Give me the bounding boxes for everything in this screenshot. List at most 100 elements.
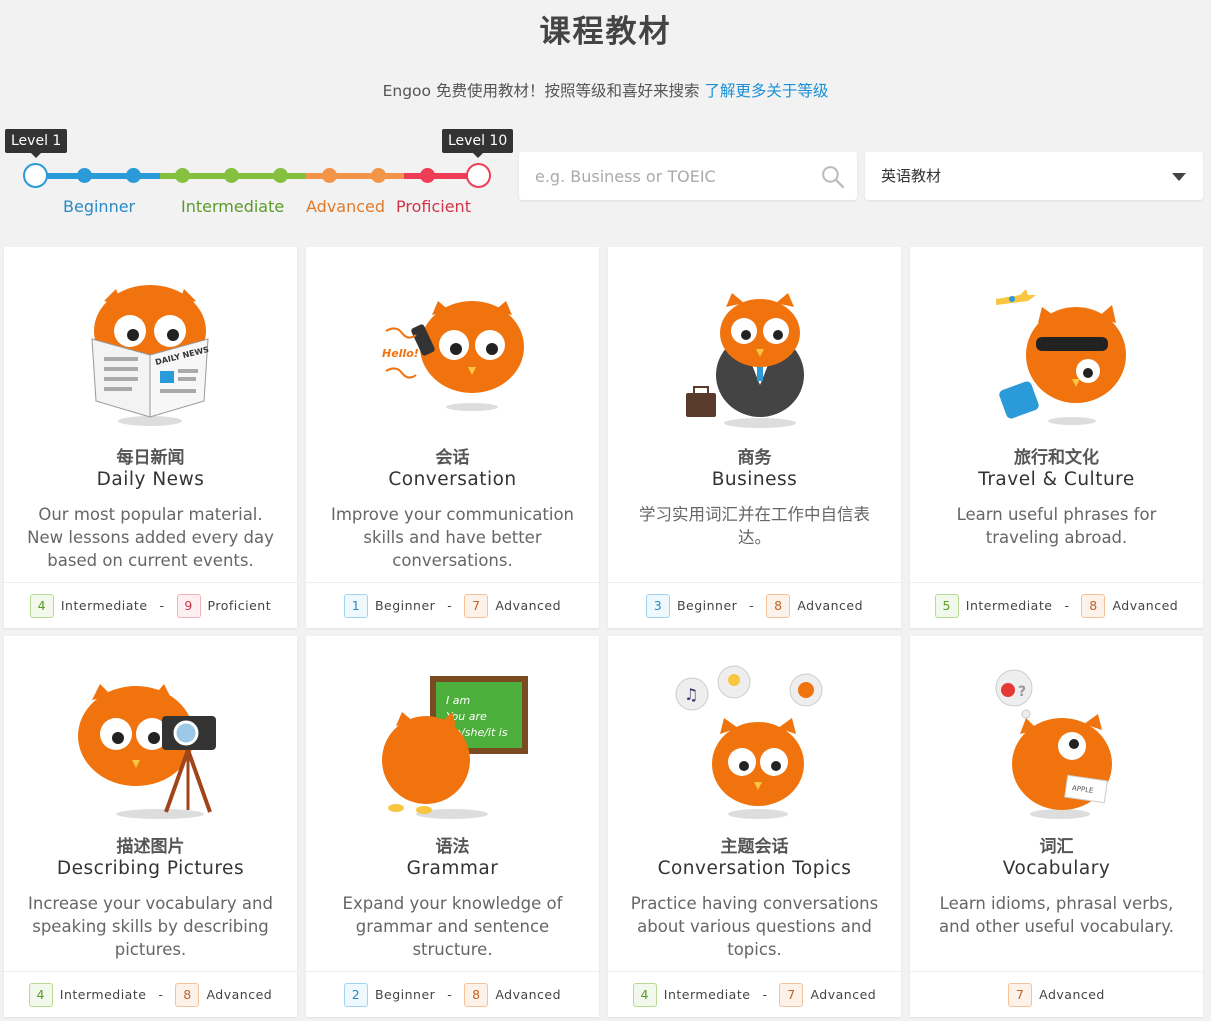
learn-levels-link[interactable]: 了解更多关于等级 [704,82,828,100]
search-icon[interactable] [820,164,845,189]
owl-camera-icon [78,684,216,819]
min-level-label: Beginner [374,987,436,1002]
card-level-range: 1 Beginner - 7 Advanced [306,582,599,628]
owl-phone-call-icon: Hello! [382,301,524,411]
track-beginner [36,173,160,179]
min-level-label: Intermediate [663,987,751,1002]
max-level-label: Advanced [1039,987,1105,1002]
track-advanced [306,173,404,179]
chevron-down-icon [1172,173,1186,181]
min-level-label: Intermediate [60,598,148,613]
owl-businessman-icon [686,293,804,428]
search-box [519,152,857,200]
card-title-en: Travel & Culture [978,469,1135,490]
svg-text:♫: ♫ [684,685,698,704]
course-card-daily-news[interactable]: DAILY NEWS 每日新闻 Daily News Our most popu… [4,247,297,628]
card-level-range: 5 Intermediate - 8 Advanced [910,582,1203,628]
course-card-describing-pictures[interactable]: 描述图片 Describing Pictures Increase your v… [4,636,297,1017]
level-dot-9[interactable] [420,168,435,183]
card-description: Expand your knowledge of grammar and sen… [342,894,563,959]
category-select[interactable]: 英语教材 [865,152,1203,200]
max-level-label: Advanced [495,987,562,1002]
course-card-grammar[interactable]: I am You are He/she/it is 语法 Grammar Exp… [306,636,599,1017]
card-level-range: 4 Intermediate - 9 Proficient [4,582,297,628]
min-level-badge: 4 [29,593,54,618]
svg-text:?: ? [1018,684,1026,700]
card-title-en: Business [711,469,798,490]
level-dot-2[interactable] [77,168,92,183]
level-dot-8[interactable] [371,168,386,183]
min-level-badge: 4 [28,982,53,1007]
card-title-cn: 语法 [435,837,470,857]
min-level-label: Intermediate [965,598,1053,613]
max-level-label: Advanced [1112,598,1179,613]
course-card-vocabulary[interactable]: APPLE ? 词汇 Vocabulary Learn idioms, phra… [910,636,1203,1017]
svg-text:Hello!: Hello! [382,347,419,360]
course-card-business[interactable]: 商务 Business 学习实用词汇并在工作中自信表达。 3 Beginner … [608,247,901,628]
min-level-handle[interactable] [23,163,48,188]
min-level-badge: 5 [934,593,959,618]
card-title-en: Grammar [406,858,499,879]
level-dot-7[interactable] [322,168,337,183]
card-title-en: Describing Pictures [56,858,245,879]
card-description: Practice having conversations about vari… [630,894,879,959]
label-proficient: Proficient [396,197,471,216]
card-description: 学习实用词汇并在工作中自信表达。 [639,505,870,547]
card-title-en: Conversation [388,469,517,490]
owl-apple-card-icon: APPLE ? [995,669,1112,819]
course-card-conversation-topics[interactable]: ♫ 主题会话 Conversation Topics Practice havi… [608,636,901,1017]
card-description: Increase your vocabulary and speaking sk… [28,894,273,959]
max-level-handle[interactable] [466,163,491,188]
card-title-cn: 描述图片 [116,837,185,857]
level-dot-5[interactable] [224,168,239,183]
card-title-en: Daily News [96,469,205,490]
card-title-cn: 旅行和文化 [1014,448,1099,468]
max-level-label: Advanced [797,598,864,613]
card-description: Improve your communication skills and ha… [330,505,575,570]
min-level-label: Intermediate [59,987,147,1002]
max-level-badge: 8 [766,593,791,618]
card-title-cn: 主题会话 [720,837,789,857]
card-title-en: Vocabulary [1002,858,1111,879]
owl-thought-bubbles-icon: ♫ [675,665,823,819]
min-level-badge: 2 [343,982,368,1007]
owl-chalkboard-icon: I am You are He/she/it is [382,676,528,819]
card-title-cn: 商务 [737,448,772,468]
min-level-badge: 1 [343,593,368,618]
card-title-cn: 每日新闻 [116,448,185,468]
course-card-conversation[interactable]: Hello! 会话 Conversation Improve your comm… [306,247,599,628]
label-intermediate: Intermediate [181,197,285,216]
level-dot-4[interactable] [175,168,190,183]
card-level-range: 4 Intermediate - 8 Advanced [4,971,297,1017]
max-level-badge: 7 [1008,982,1033,1007]
min-level-label: Beginner [676,598,738,613]
category-select-value: 英语教材 [881,167,942,185]
max-level-badge: 8 [175,982,200,1007]
card-level-range: 3 Beginner - 8 Advanced [608,582,901,628]
max-level-label: Advanced [206,987,273,1002]
course-card-travel-culture[interactable]: 旅行和文化 Travel & Culture Learn useful phra… [910,247,1203,628]
page-title: 课程教材 [539,14,672,50]
card-description: Learn idioms, phrasal verbs, and other u… [939,894,1174,936]
min-level-label: Beginner [374,598,436,613]
subtitle-text: Engoo 免费使用教材！按照等级和喜好来搜索 [382,82,700,100]
search-input[interactable] [519,152,809,200]
card-title-cn: 词汇 [1039,837,1074,857]
max-level-badge: 7 [779,982,804,1007]
min-level-badge: 3 [645,593,670,618]
card-level-range: 4 Intermediate - 7 Advanced [608,971,901,1017]
level-dot-3[interactable] [126,168,141,183]
card-level-range: 2 Beginner - 8 Advanced [306,971,599,1017]
max-level-label: Advanced [495,598,562,613]
card-description: Our most popular material. New lessons a… [27,505,274,570]
label-advanced: Advanced [306,197,386,216]
max-level-label: Advanced [810,987,877,1002]
max-level-badge: 8 [464,982,489,1007]
max-level-label: Proficient [207,598,272,613]
max-level-tooltip: Level 10 [442,129,514,158]
level-dot-6[interactable] [273,168,288,183]
min-level-tooltip: Level 1 [5,129,68,158]
owl-reading-newspaper-icon: DAILY NEWS [91,285,210,426]
level-slider[interactable]: Level 1 Level 10 Beginner Intermediate A… [0,120,514,230]
max-level-badge: 9 [176,593,201,618]
